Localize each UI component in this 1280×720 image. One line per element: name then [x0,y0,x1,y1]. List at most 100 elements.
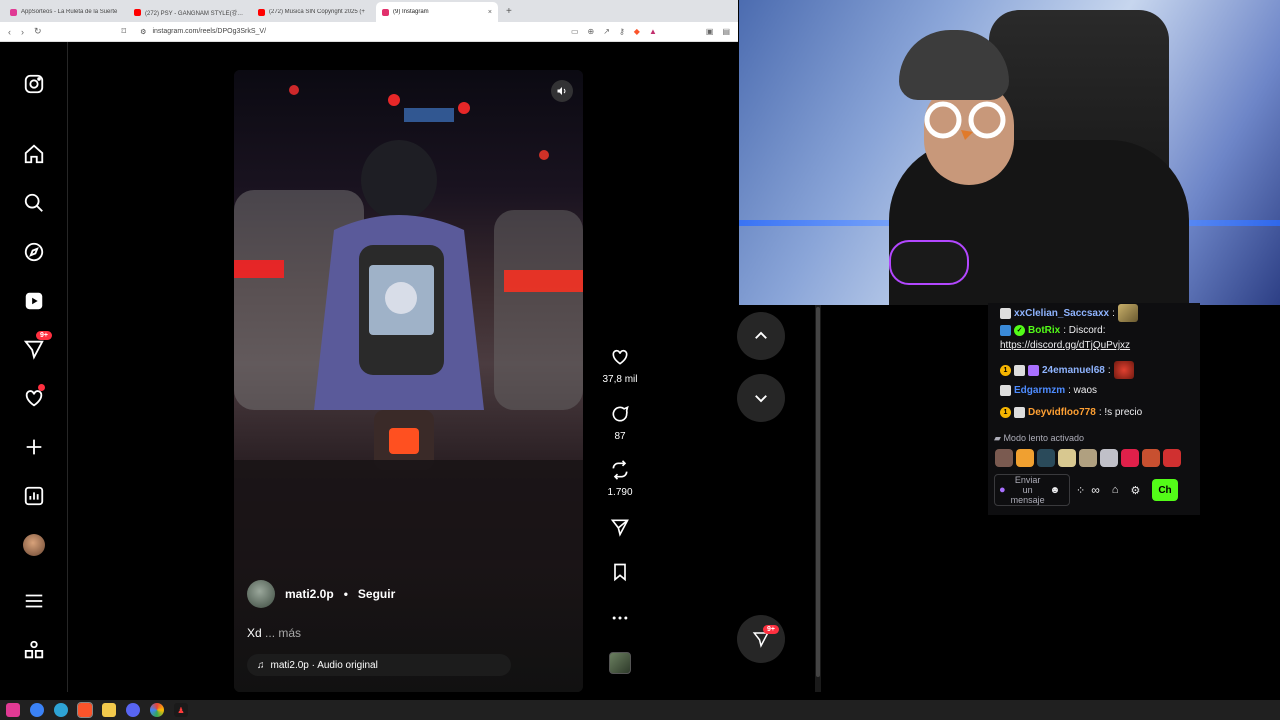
cast-icon[interactable]: ▭ [571,27,579,36]
menu-hamburger-icon[interactable] [22,589,46,613]
forward-arrow-icon[interactable]: › [21,27,24,37]
edge-taskbar-icon[interactable] [54,703,68,717]
settings-gear-icon[interactable]: ⚙ [1130,484,1140,497]
brave-rewards-icon[interactable]: ▲ [649,27,657,36]
dashboard-icon[interactable] [22,484,46,508]
chat-username[interactable]: Deyvidfloo778 [1028,407,1096,418]
streamer-webcam [739,0,1280,305]
infinity-icon[interactable]: ∞ [1091,483,1100,497]
chat-message: https://discord.gg/dTjQuPvjxz [1000,340,1130,351]
url-field[interactable]: ⚙ instagram.com/reels/DPOg3SrkS_V/ [136,25,561,39]
user-badge-icon [1014,364,1025,376]
wallet-icon[interactable]: ▤ [722,27,730,36]
volume-toggle-icon[interactable] [551,80,573,102]
browser-tab[interactable]: AppSorteos - La Ruleta de la Suerte [4,2,126,22]
reactions-icon[interactable]: ⁘ [1076,484,1085,497]
emoji-icon[interactable]: ☻ [1050,485,1061,496]
audio-cover-image [609,652,631,674]
appsorteos-taskbar-icon[interactable] [6,703,20,717]
home-icon[interactable] [22,142,46,166]
gift-badge-icon: 1 [1000,364,1011,376]
reel-card[interactable]: mati2.0p • Seguir Xd ... más ♫ mati2.0p … [234,70,583,692]
more-apps-icon[interactable] [22,638,46,662]
profile-avatar[interactable] [22,533,46,557]
store-icon[interactable]: ⌂ [1112,484,1119,496]
chat-username[interactable]: BotRix [1028,325,1060,336]
chat-username[interactable]: Edgarmzm [1014,385,1065,396]
discord-taskbar-icon[interactable] [126,703,140,717]
emote-icon[interactable] [1142,449,1160,467]
browser-tab[interactable]: (272) Música SIN Copyright 2025 (+ [252,2,374,22]
page-scrollbar[interactable] [815,305,821,692]
repost-button[interactable]: 1.790 [600,460,640,498]
tab-title: AppSorteos - La Ruleta de la Suerte [21,9,118,15]
recent-emotes-bar [995,449,1181,467]
site-info-icon[interactable]: ⚙ [140,28,146,36]
instagram-logo-icon[interactable] [22,72,46,96]
brave-shield-icon[interactable]: ◆ [634,27,640,36]
zoom-icon[interactable]: ⊕ [588,27,595,36]
bot-badge-icon [1000,325,1011,336]
browser-tab-active[interactable]: (9) Instagram × [376,2,498,22]
chat-input[interactable]: ● Enviar un mensaje ☻ [994,474,1070,506]
reel-audio-pill[interactable]: ♫ mati2.0p · Audio original [247,654,511,676]
windows-taskbar: ♟ [0,700,1280,720]
chat-text: : [1107,364,1111,376]
like-button[interactable]: 37,8 mil [600,347,640,385]
sidebar-toggle-icon[interactable]: ▣ [706,27,714,36]
next-reel-button[interactable] [737,374,785,422]
emote-icon[interactable] [1100,449,1118,467]
chat-send-button[interactable]: Ch [1152,479,1178,501]
chrome-taskbar-icon[interactable] [150,703,164,717]
audio-thumbnail[interactable] [600,652,640,679]
chat-message: 1 24emanuel68 : [1000,361,1134,379]
scrollbar-thumb[interactable] [816,307,820,677]
app-taskbar-icon[interactable]: ♟ [174,703,188,717]
chat-username[interactable]: xxClelian_Saccsaxx [1014,308,1109,319]
browser-tab[interactable]: (272) PSY - GANGNAM STYLE(강남스 [128,2,250,22]
gift-badge-icon: 1 [1000,407,1011,418]
caption-more-link[interactable]: ... más [265,626,301,640]
author-username[interactable]: mati2.0p [285,587,334,601]
share-button[interactable] [600,517,640,542]
messages-floating-button[interactable]: 9+ [737,615,785,663]
emote-icon[interactable] [995,449,1013,467]
share-send-icon [610,519,629,537]
emote-icon[interactable] [1163,449,1181,467]
mic-icon[interactable]: ● [999,484,1006,496]
notifications-heart-icon[interactable] [22,384,46,410]
emote-icon[interactable] [1058,449,1076,467]
share-icon[interactable]: ↗ [603,27,610,36]
back-arrow-icon[interactable]: ‹ [8,27,11,37]
more-options-button[interactable] [600,608,640,633]
search-icon[interactable] [22,191,46,215]
brave-taskbar-icon[interactable] [77,702,93,718]
instagram-sidebar: 9+ [0,42,68,692]
previous-reel-button[interactable] [737,312,785,360]
comment-button[interactable]: 87 [600,404,640,442]
browser-taskbar-icon[interactable] [30,703,44,717]
key-icon[interactable]: ⚷ [619,27,625,36]
create-plus-icon[interactable] [22,435,46,459]
close-tab-icon[interactable]: × [488,9,492,16]
emote-icon[interactable] [1016,449,1034,467]
user-badge-icon [1000,307,1011,319]
youtube-favicon-icon [258,8,265,16]
reload-icon[interactable]: ↻ [34,26,42,37]
new-tab-button[interactable]: + [500,2,518,22]
author-avatar[interactable] [247,580,275,608]
explore-compass-icon[interactable] [22,240,46,264]
chat-username[interactable]: 24emanuel68 [1042,365,1105,376]
bookmark-icon[interactable]: ⌑ [122,26,127,37]
reel-video[interactable] [234,70,583,560]
messages-send-icon[interactable]: 9+ [22,331,52,361]
emote-icon[interactable] [1079,449,1097,467]
emote-icon[interactable] [1037,449,1055,467]
emote-icon[interactable] [1121,449,1139,467]
save-button[interactable] [600,562,640,587]
reels-icon[interactable] [22,289,46,313]
file-explorer-taskbar-icon[interactable] [102,703,116,717]
reel-caption: Xd ... más [247,626,301,640]
follow-button[interactable]: Seguir [358,587,395,601]
discord-link[interactable]: https://discord.gg/dTjQuPvjxz [1000,340,1130,351]
